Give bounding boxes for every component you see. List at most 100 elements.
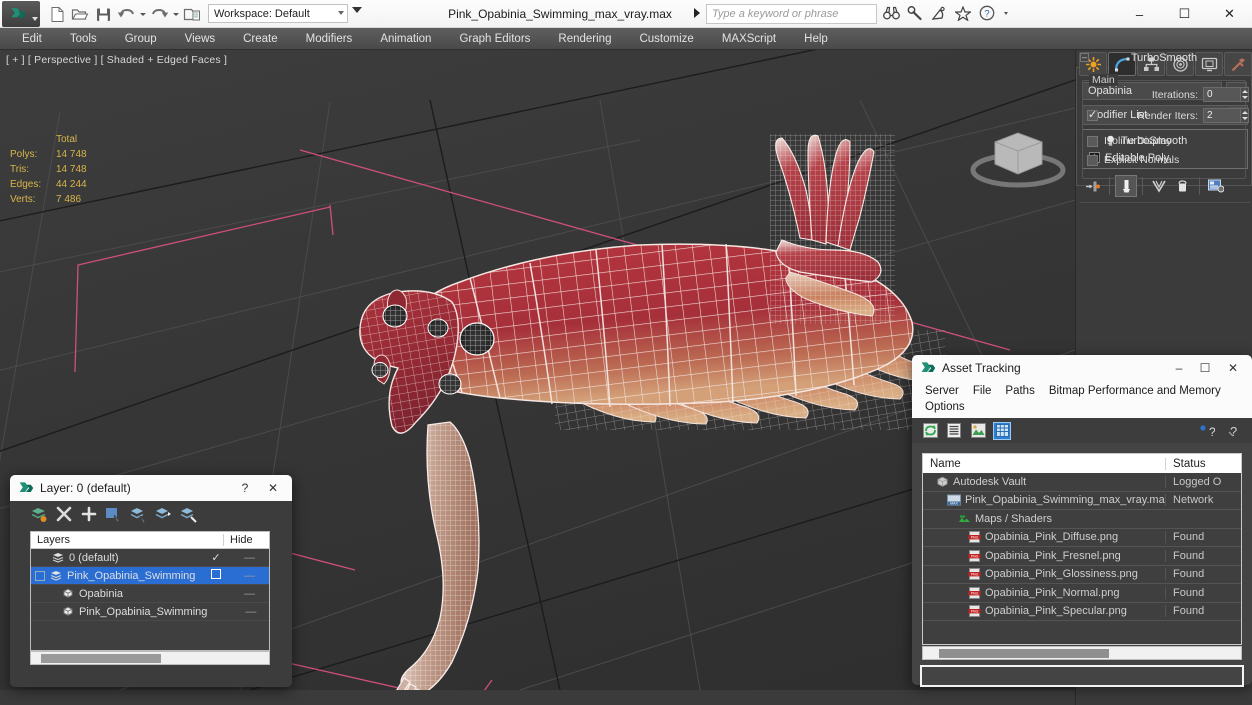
menu-item-create[interactable]: Create [229, 28, 292, 50]
menu-item-customize[interactable]: Customize [625, 28, 707, 50]
layer-dialog[interactable]: Layer: 0 (default) ? ✕ Layers Hide 0 (de… [10, 475, 292, 687]
rollout-header[interactable]: – TurboSmooth [1076, 50, 1252, 65]
open-file-icon[interactable] [69, 3, 91, 25]
delete-layer-icon[interactable] [53, 503, 75, 525]
close-button[interactable]: ✕ [1207, 0, 1252, 28]
save-icon[interactable] [92, 3, 114, 25]
redo-dropdown-icon[interactable] [171, 3, 180, 25]
undo-icon[interactable] [115, 3, 137, 25]
star-favorite-icon[interactable] [954, 3, 972, 23]
spinner-arrows-icon[interactable] [1240, 87, 1249, 102]
menu-item-views[interactable]: Views [171, 28, 229, 50]
help-dropdown-icon[interactable] [1002, 3, 1009, 23]
asset-row[interactable]: MAX Pink_Opabinia_Swimming_max_vray.max Ne… [923, 492, 1241, 510]
asset-row[interactable]: Autodesk Vault Logged O [923, 473, 1241, 492]
stat-row: Tris: 14 748 [10, 162, 112, 177]
help-icon[interactable]: ? [1198, 422, 1216, 440]
asset-row[interactable]: PNG Opabinia_Pink_Diffuse.png Found [923, 529, 1241, 547]
render-iters-checkbox[interactable] [1087, 108, 1098, 121]
minimize-button[interactable]: – [1117, 0, 1162, 28]
scrollbar-thumb[interactable] [41, 654, 161, 663]
asset-close-button[interactable]: ✕ [1218, 356, 1248, 380]
undo-dropdown-icon[interactable] [138, 3, 147, 25]
highlight-selected-objects-icon[interactable] [153, 503, 175, 525]
asset-minimize-button[interactable]: – [1166, 356, 1192, 380]
viewport-label[interactable]: [ + ] [ Perspective ] [ Shaded + Edged F… [6, 54, 227, 66]
menu-item-group[interactable]: Group [111, 28, 171, 50]
collapse-icon[interactable]: – [1080, 53, 1089, 62]
layer-active-check[interactable]: ✓ [203, 551, 229, 564]
refresh-icon[interactable] [921, 422, 939, 440]
add-selection-to-layer-icon[interactable] [178, 503, 200, 525]
create-new-layer-icon[interactable] [28, 503, 50, 525]
workspace-expand-icon[interactable] [352, 7, 362, 13]
asset-row[interactable]: PNG Opabinia_Pink_Glossiness.png Found [923, 566, 1241, 584]
explicit-normals-checkbox[interactable] [1087, 154, 1098, 166]
menu-item-maxscript[interactable]: MAXScript [708, 28, 790, 50]
spinner-arrows-icon[interactable] [1240, 108, 1249, 123]
search-input[interactable]: Type a keyword or phrase [706, 4, 877, 24]
asset-horizontal-scrollbar[interactable] [922, 646, 1242, 660]
list-view-icon[interactable] [945, 422, 963, 440]
asset-row[interactable]: PNG Opabinia_Pink_Fresnel.png Found [923, 547, 1241, 566]
project-folder-icon[interactable] [181, 3, 203, 25]
layer-close-button[interactable]: ✕ [258, 476, 288, 500]
asset-row[interactable]: Maps / Shaders [923, 510, 1241, 529]
asset-menu-options[interactable]: Options [918, 399, 972, 415]
table-view-icon[interactable] [993, 421, 1011, 440]
layer-active-box[interactable] [203, 569, 229, 582]
wrench-icon[interactable] [906, 3, 924, 23]
search-expand-icon[interactable] [694, 8, 700, 18]
scrollbar-thumb[interactable] [939, 649, 1109, 658]
asset-menu-server[interactable]: Server [918, 383, 966, 399]
bitmap-view-icon[interactable] [969, 422, 987, 440]
redo-icon[interactable] [148, 3, 170, 25]
layer-row[interactable]: Pink_Opabinia_Swimming — [31, 567, 269, 585]
layer-horizontal-scrollbar[interactable] [30, 651, 270, 665]
stat-value: 14 748 [56, 149, 87, 160]
asset-menu-paths[interactable]: Paths [998, 383, 1041, 399]
workspace-selector[interactable]: Workspace: Default [208, 4, 348, 23]
layer-hide-cell[interactable]: — [229, 552, 269, 564]
context-help-icon[interactable]: ? [1226, 422, 1244, 440]
satellite-icon[interactable] [930, 3, 948, 23]
help-icon[interactable]: ? [978, 3, 996, 23]
layer-row[interactable]: 0 (default) ✓ — [31, 549, 269, 567]
asset-table[interactable]: Name Status Autodesk Vault Logged O MAX Pin… [922, 453, 1242, 645]
maximize-button[interactable]: ☐ [1162, 0, 1207, 28]
add-to-layer-icon[interactable] [78, 503, 100, 525]
layer-list[interactable]: Layers Hide 0 (default) ✓ — Pink_Opabinia_S… [30, 531, 270, 651]
layer-hide-cell[interactable]: — [229, 588, 269, 600]
asset-row[interactable]: PNG Opabinia_Pink_Normal.png Found [923, 584, 1241, 603]
layer-help-button[interactable]: ? [232, 476, 258, 500]
layer-hide-cell[interactable]: — [229, 570, 269, 582]
isoline-display-checkbox[interactable] [1087, 135, 1098, 147]
select-objects-in-layer-icon[interactable] [103, 503, 125, 525]
render-iters-spinner[interactable]: 2 [1203, 108, 1249, 123]
menu-item-help[interactable]: Help [790, 28, 842, 50]
select-highlighted-layer-icon[interactable] [128, 503, 150, 525]
layer-icon [51, 551, 65, 564]
svg-text:PNG: PNG [970, 554, 978, 558]
asset-tracking-dialog[interactable]: Asset Tracking – ☐ ✕ Server File Paths Bitm… [912, 355, 1252, 687]
asset-menu-bitmap-performance-and-memory[interactable]: Bitmap Performance and Memory [1042, 383, 1228, 399]
iterations-spinner[interactable]: 0 [1203, 87, 1249, 102]
asset-row[interactable]: PNG Opabinia_Pink_Specular.png Found [923, 603, 1241, 621]
application-button[interactable] [2, 1, 40, 27]
menu-item-graph-editors[interactable]: Graph Editors [445, 28, 544, 50]
new-file-icon[interactable] [46, 3, 68, 25]
menu-item-animation[interactable]: Animation [366, 28, 445, 50]
status-column-header: Status [1165, 457, 1241, 470]
menu-item-modifiers[interactable]: Modifiers [292, 28, 367, 50]
binoculars-icon[interactable] [882, 3, 900, 23]
asset-menu-file[interactable]: File [966, 383, 999, 399]
layer-hide-cell[interactable]: — [232, 606, 269, 618]
asset-status-cell: Found [1165, 568, 1241, 581]
layer-row[interactable]: Pink_Opabinia_Swimming — [31, 603, 269, 621]
expand-toggle-icon[interactable] [35, 570, 45, 581]
menu-item-edit[interactable]: Edit [8, 28, 56, 50]
asset-maximize-button[interactable]: ☐ [1192, 356, 1218, 380]
menu-item-tools[interactable]: Tools [56, 28, 111, 50]
menu-item-rendering[interactable]: Rendering [544, 28, 625, 50]
layer-row[interactable]: Opabinia — [31, 585, 269, 603]
